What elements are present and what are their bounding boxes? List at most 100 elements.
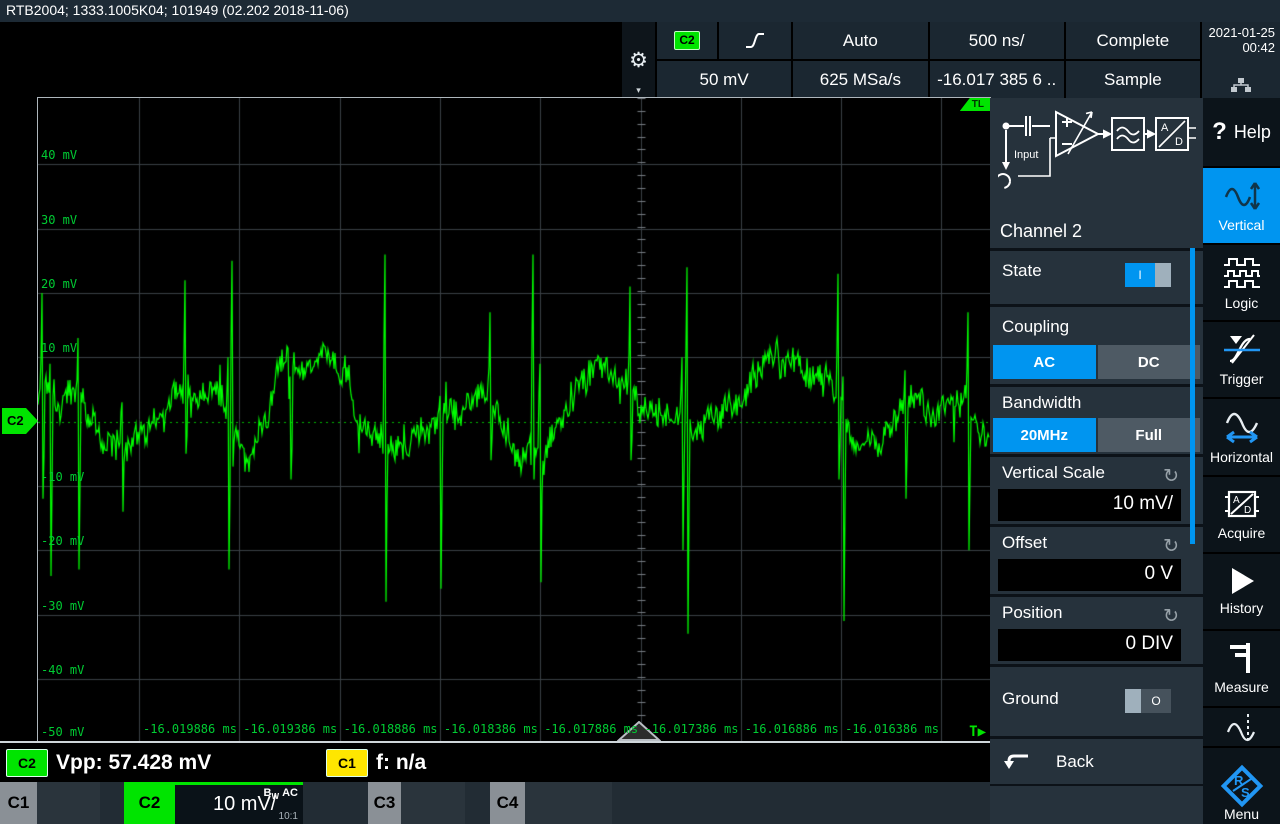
bandwidth-full-button[interactable]: Full [1097,418,1200,452]
timebase-button[interactable]: 500 ns/ [929,22,1064,59]
datetime-cell[interactable]: 2021-01-25 00:42 [1202,22,1280,98]
channel2-tab[interactable]: C2 10 mV/ BW AC 10:1 [124,782,303,824]
vertical-sine-icon [1224,181,1260,210]
offset-value[interactable]: 0 V [998,559,1181,591]
sidebar-item-measure[interactable]: Measure [1203,630,1280,706]
horizontal-sine-icon [1225,412,1258,444]
back-arrow-icon [1004,754,1028,769]
offset-section: Offset ↻ 0 V [990,524,1203,594]
diagram-input-label: Input [1014,149,1038,161]
vertical-scale-value[interactable]: 10 mV/ [998,489,1181,521]
ground-toggle-handle [1125,689,1141,713]
channel1-tab[interactable]: C1 [0,782,100,824]
gear-icon: ⚙ [629,48,648,72]
trigger-level-indicator[interactable]: T▶ [969,724,986,740]
sidebar-item-label: Logic [1224,294,1259,311]
svg-text:S: S [1241,785,1250,800]
vertical-scale-button[interactable]: 50 mV [657,61,792,98]
trigger-mode-button[interactable]: Auto [793,22,928,59]
sidebar-item-label: Trigger [1219,370,1264,387]
coupling-dc-button[interactable]: DC [1097,345,1200,379]
channel2-level-marker[interactable]: C2 [2,408,38,434]
svg-text:A: A [1161,122,1169,134]
sidebar-item-label: Vertical [1218,216,1265,233]
channel-signal-path-diagram: Input A D [998,110,1196,190]
sample-rate-button[interactable]: 625 MSa/s [793,61,928,98]
sidebar-item-logic[interactable]: Logic [1203,245,1280,321]
trigger-source-button[interactable]: C2 [657,22,717,59]
trigger-slope-button[interactable] [719,22,792,59]
settings-button[interactable]: ⚙ ▾ [622,22,655,98]
sidebar-item-acquire[interactable]: A D Acquire [1203,476,1280,552]
sidebar-item-horizontal[interactable]: Horizontal [1203,399,1280,475]
ad-converter-icon: A D [1224,491,1259,518]
state-toggle-on: I [1125,263,1155,287]
state-toggle[interactable]: I [1125,263,1171,287]
toolbar-col-channel: C2 50 mV [657,22,792,98]
channel2-probe-ratio: 10:1 [278,811,298,822]
bandwidth-20mhz-button[interactable]: 20MHz [993,418,1096,452]
state-section: State I [990,248,1203,304]
rotary-knob-icon: ↻ [1163,605,1179,627]
x-axis-label: -16.018886 ms [343,722,438,736]
sidebar-item-label: Horizontal [1209,448,1274,465]
y-axis-label: -30 mV [41,598,85,613]
channel2-tab-label: C2 [124,782,175,824]
channel3-tab[interactable]: C3 [368,782,465,824]
ground-toggle[interactable]: O [1125,689,1171,713]
state-label: State [1002,261,1042,280]
sidebar-item-history[interactable]: History [1203,553,1280,629]
bandwidth-label: Bandwidth [1002,393,1082,412]
x-axis-label: -16.017386 ms [644,722,739,736]
rohde-schwarz-logo: R S [1220,764,1263,808]
y-axis-label: -10 mV [41,469,85,484]
caliper-icon [1229,643,1250,674]
sidebar-item-vertical[interactable]: Vertical [1203,168,1280,244]
x-axis-label: -16.019886 ms [143,722,237,736]
play-icon [1231,568,1254,595]
position-value[interactable]: 0 DIV [998,629,1181,661]
toolbar-col-timebase: 500 ns/ -16.017 385 6 .. [929,22,1064,98]
x-axis-label: -16.016386 ms [845,722,940,736]
vpp-value: Vpp: 57.428 mV [56,751,212,774]
top-toolbar: ⚙ ▾ C2 50 mV Auto 625 MSa/s 500 ns/ -16.… [622,22,1280,98]
channel1-tab-label: C1 [0,782,37,824]
svg-text:D: D [1244,505,1251,516]
question-mark-icon: ? [1212,118,1227,145]
x-axis-label: -16.016886 ms [744,722,839,736]
y-axis-label: 40 mV [41,148,78,163]
oscilloscope-screen: { "title_bar": { "text": "RTB2004; 1333.… [0,0,1280,824]
rotary-knob-icon: ↻ [1163,465,1179,487]
channel2-badge: C2 [6,749,48,777]
network-icon [1231,78,1251,92]
channel4-tab-label: C4 [490,782,525,824]
coupling-ac-button[interactable]: AC [993,345,1096,379]
y-axis-label: 20 mV [41,277,78,291]
panel-scrollbar[interactable] [1190,248,1195,544]
y-axis-label: -40 mV [41,662,85,677]
vertical-scale-section: Vertical Scale ↻ 10 mV/ [990,454,1203,524]
acquisition-status[interactable]: Complete [1065,22,1200,59]
toolbar-col-acquisition: Auto 625 MSa/s [793,22,928,98]
channel4-tab[interactable]: C4 [490,782,612,824]
y-axis-label: -20 mV [41,534,85,549]
x-axis-label: -16.019386 ms [243,722,338,736]
state-toggle-handle [1155,263,1171,287]
channel2-dialog: Input A D Channel 2 State I Coupling AC [990,98,1203,824]
measurement-bar: C2 Vpp: 57.428 mV C1 f: n/a [0,741,990,782]
trigger-offset-button[interactable]: -16.017 385 6 .. [929,61,1064,98]
measurement-frequency: C1 f: n/a [326,749,426,777]
channel3-tab-label: C3 [368,782,401,824]
menu-sidebar: ? Help Vertical Logic Trigger Horizontal… [1203,98,1280,824]
ground-label: Ground [1002,689,1059,708]
sidebar-item-trigger[interactable]: Trigger [1203,322,1280,398]
back-button[interactable]: Back [990,736,1203,786]
y-axis-label: 10 mV [41,341,78,356]
sidebar-item-help[interactable]: ? Help [1203,98,1280,166]
ground-section: Ground O [990,664,1203,736]
rising-slope-icon [746,32,765,48]
sidebar-item-menu[interactable]: R S Menu [1203,747,1280,824]
acquisition-mode-button[interactable]: Sample [1065,61,1200,98]
coupling-section: Coupling AC DC [990,304,1203,384]
sidebar-item-cursor[interactable] [1203,707,1280,746]
